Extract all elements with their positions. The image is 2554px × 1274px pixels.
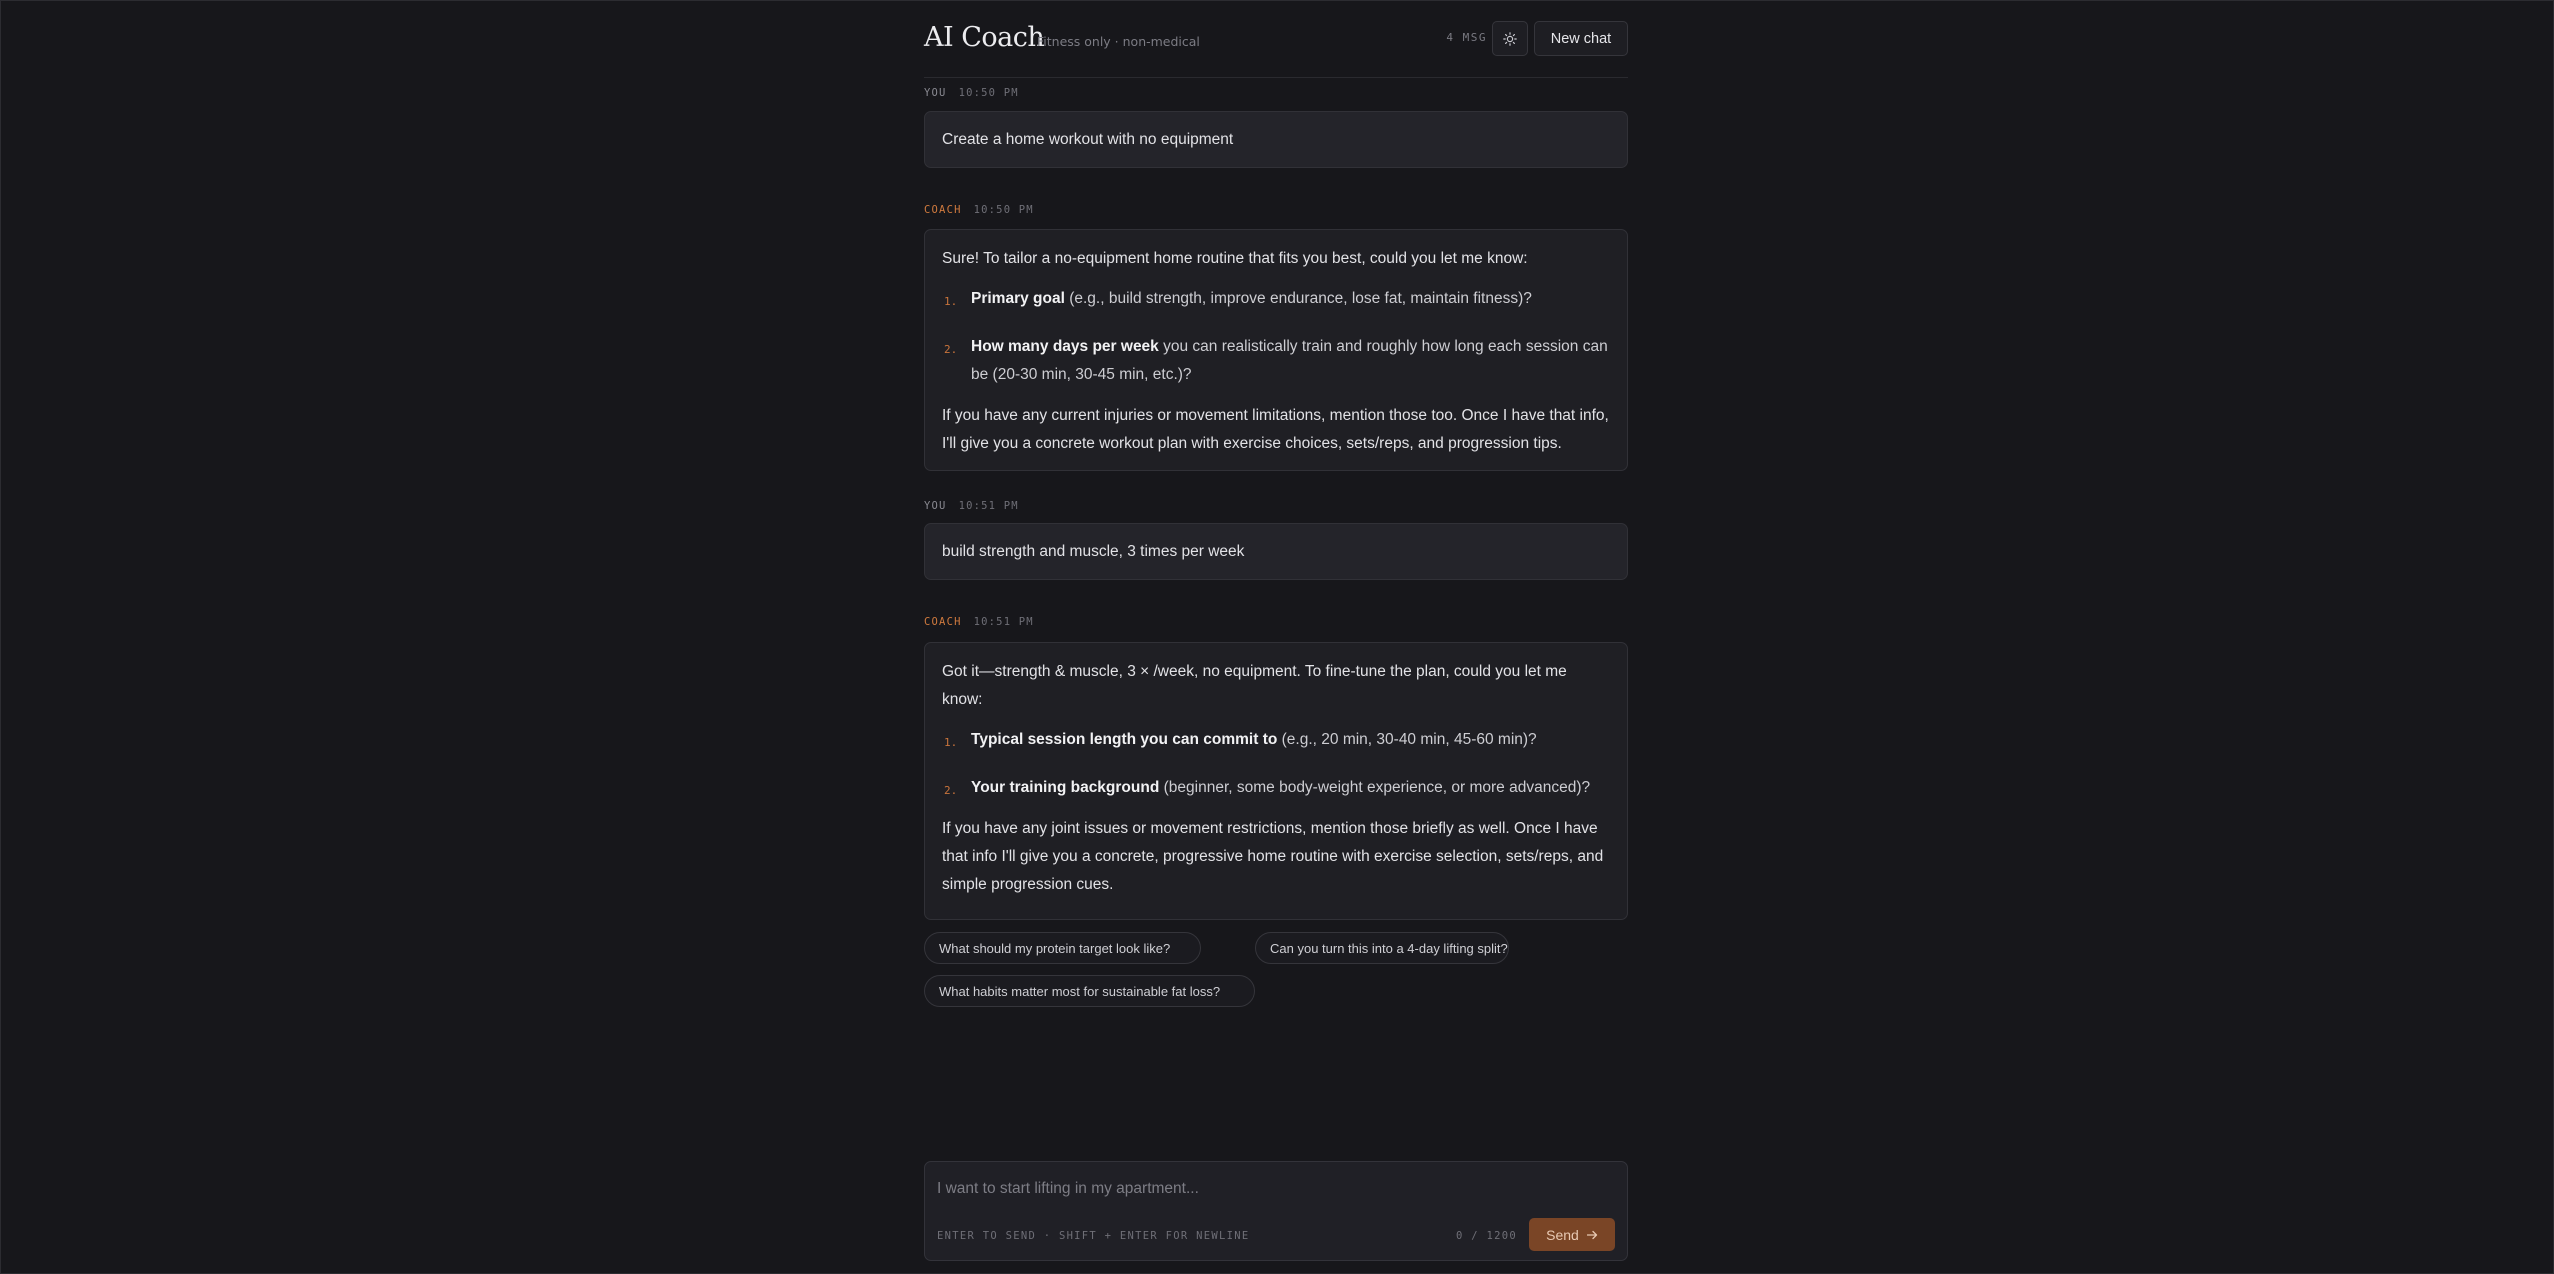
list-item-bold: Your training background: [971, 779, 1160, 796]
message-meta: YOU 10:51 PM: [924, 500, 1019, 512]
list-item-bold: Primary goal: [971, 290, 1065, 307]
sun-icon: [1503, 31, 1517, 46]
list-number: 2.: [944, 784, 958, 797]
message-role: COACH: [924, 616, 962, 628]
composer-hint: ENTER TO SEND · SHIFT + ENTER FOR NEWLIN…: [937, 1230, 1250, 1242]
message-meta: YOU 10:50 PM: [924, 87, 1019, 99]
message-time: 10:50 PM: [958, 87, 1019, 99]
suggestion-chip[interactable]: What should my protein target look like?: [924, 932, 1201, 964]
send-button[interactable]: Send: [1529, 1218, 1615, 1251]
message-list: 1. Primary goal (e.g., build strength, im…: [942, 285, 1610, 389]
character-counter: 0 / 1200: [1456, 1230, 1517, 1242]
coach-message: Got it—strength & muscle, 3 × /week, no …: [924, 642, 1628, 920]
list-item-text: (beginner, some body-weight experience, …: [1159, 779, 1591, 796]
message-intro: Got it—strength & muscle, 3 × /week, no …: [942, 663, 1567, 708]
list-item-text: (e.g., build strength, improve endurance…: [1064, 290, 1532, 307]
message-list: 1. Typical session length you can commit …: [942, 726, 1610, 802]
arrow-right-icon: [1586, 1230, 1597, 1239]
message-text: Create a home workout with no equipment: [942, 131, 1234, 148]
chat-column: AI Coach Fitness only · non-medical 4 MS…: [924, 0, 1628, 1274]
theme-toggle-button[interactable]: [1492, 21, 1528, 56]
message-composer: ENTER TO SEND · SHIFT + ENTER FOR NEWLIN…: [924, 1161, 1628, 1261]
list-item-text: (e.g., 20 min, 30-40 min, 45-60 min)?: [1277, 731, 1537, 748]
page-title: AI Coach: [924, 22, 1045, 53]
message-meta: COACH 10:50 PM: [924, 204, 1034, 216]
list-number: 2.: [944, 343, 958, 356]
message-intro: Sure! To tailor a no-equipment home rout…: [942, 250, 1528, 267]
message-role: YOU: [924, 87, 947, 99]
message-time: 10:50 PM: [973, 204, 1034, 216]
list-number: 1.: [944, 736, 958, 749]
coach-message: Sure! To tailor a no-equipment home rout…: [924, 229, 1628, 471]
list-item: 2. How many days per week you can realist…: [942, 333, 1610, 389]
message-input[interactable]: [937, 1176, 1607, 1202]
chat-header: AI Coach Fitness only · non-medical 4 MS…: [924, 0, 1628, 78]
send-label: Send: [1546, 1226, 1579, 1243]
user-message: build strength and muscle, 3 times per w…: [924, 523, 1628, 580]
message-role: YOU: [924, 500, 947, 512]
new-chat-button[interactable]: New chat: [1534, 21, 1628, 56]
suggestion-chip[interactable]: Can you turn this into a 4-day lifting s…: [1255, 932, 1509, 964]
message-time: 10:51 PM: [958, 500, 1019, 512]
message-count: 4 MSG: [1446, 31, 1487, 44]
suggestion-chip[interactable]: What habits matter most for sustainable …: [924, 975, 1255, 1007]
message-outro: If you have any joint issues or movement…: [942, 820, 1604, 893]
list-item: 2. Your training background (beginner, so…: [942, 774, 1610, 802]
list-item-bold: How many days per week: [971, 338, 1159, 355]
list-item: 1. Typical session length you can commit …: [942, 726, 1610, 754]
list-item-bold: Typical session length you can commit to: [971, 731, 1278, 748]
user-message: Create a home workout with no equipment: [924, 111, 1628, 168]
message-role: COACH: [924, 204, 962, 216]
message-text: build strength and muscle, 3 times per w…: [942, 543, 1245, 560]
message-outro: If you have any current injuries or move…: [942, 407, 1609, 452]
message-time: 10:51 PM: [973, 616, 1034, 628]
list-number: 1.: [944, 295, 958, 308]
message-meta: COACH 10:51 PM: [924, 616, 1034, 628]
page-subtitle: Fitness only · non-medical: [1037, 34, 1200, 49]
list-item: 1. Primary goal (e.g., build strength, im…: [942, 285, 1610, 313]
